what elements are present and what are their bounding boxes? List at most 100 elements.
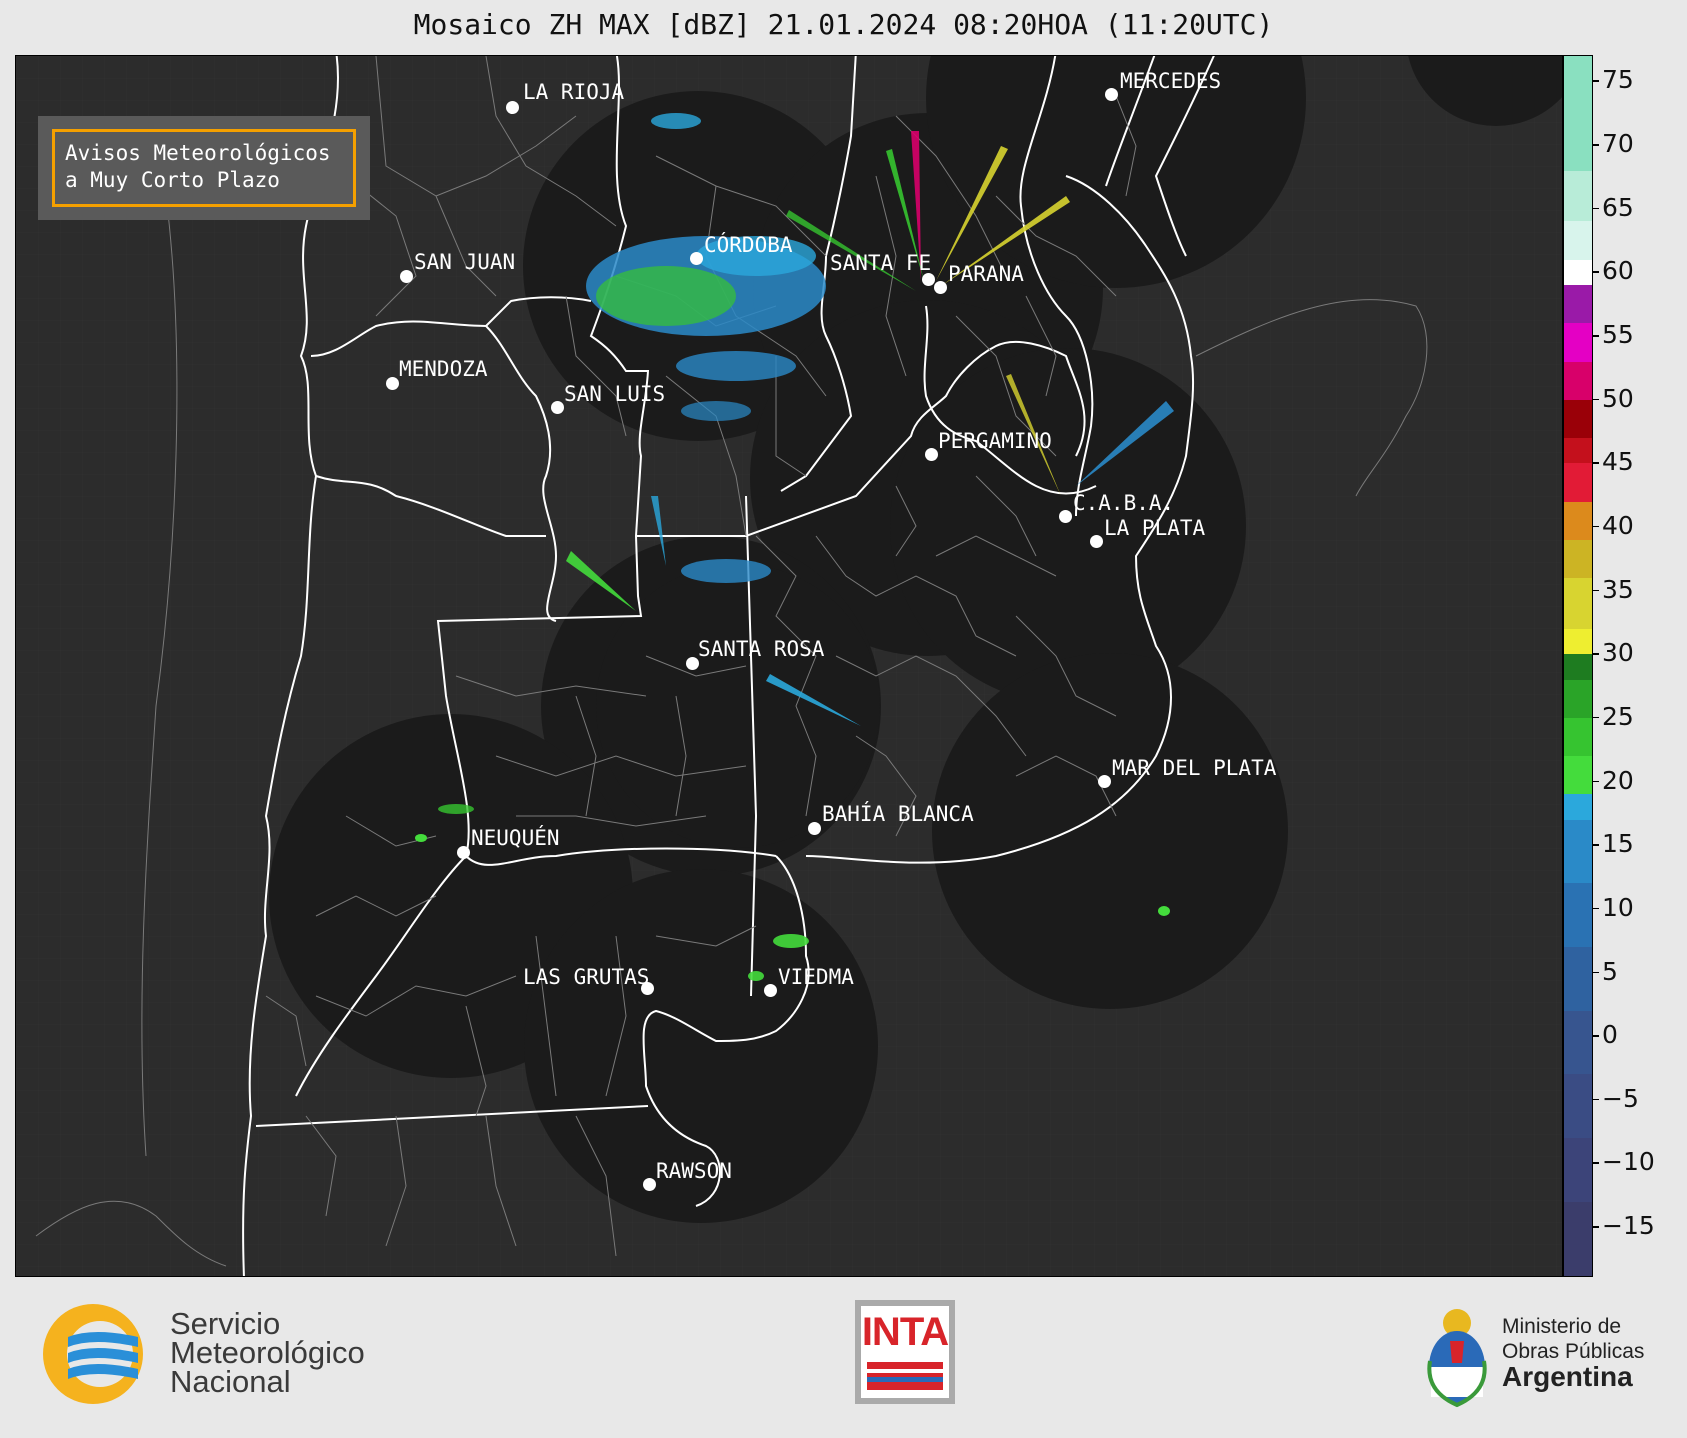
colorbar-tick-label: 45 <box>1602 447 1634 477</box>
colorbar-tick <box>1593 971 1599 973</box>
city-label-mar-del-plata: MAR DEL PLATA <box>1112 756 1277 780</box>
colorbar-tick <box>1593 844 1599 846</box>
city-label-cordoba: CÓRDOBA <box>704 233 793 257</box>
colorbar-segment <box>1564 539 1592 578</box>
colorbar-tick-label: 15 <box>1602 829 1634 859</box>
colorbar-segment <box>1564 285 1592 324</box>
city-marker-san-juan[interactable] <box>400 270 413 283</box>
smn-line3: Nacional <box>170 1364 291 1399</box>
smn-logo-icon <box>43 1304 143 1404</box>
colorbar-tick <box>1593 271 1599 273</box>
smn-name: Servicio Meteorológico Nacional <box>170 1306 365 1399</box>
city-label-san-juan: SAN JUAN <box>414 250 516 274</box>
colorbar-segment <box>1564 170 1592 222</box>
avisos-box[interactable]: Avisos Meteorológicos a Muy Corto Plazo <box>52 129 356 207</box>
inta-logo: INTA <box>855 1300 955 1404</box>
colorbar-segment <box>1564 463 1592 502</box>
colorbar-segment <box>1564 679 1592 718</box>
city-marker-mendoza[interactable] <box>386 377 399 390</box>
colorbar-segment <box>1564 819 1592 884</box>
city-marker-la-plata[interactable] <box>1090 535 1103 548</box>
echo-cordoba-south <box>676 351 796 381</box>
colorbar-tick-label: 60 <box>1602 256 1634 286</box>
colorbar-tick-label: 0 <box>1602 1020 1618 1050</box>
colorbar-tick <box>1593 207 1599 210</box>
colorbar-segment <box>1564 399 1592 438</box>
city-marker-parana[interactable] <box>934 281 947 294</box>
city-label-rawson: RAWSON <box>656 1159 732 1183</box>
colorbar-tick-label: 65 <box>1602 192 1634 222</box>
city-label-neuquen: NEUQUÉN <box>471 826 560 850</box>
city-marker-neuquen[interactable] <box>457 846 470 859</box>
city-marker-cordoba[interactable] <box>690 252 703 265</box>
city-label-mercedes: MERCEDES <box>1120 69 1222 93</box>
city-label-santa-rosa: SANTA ROSA <box>698 637 825 661</box>
colorbar-tick-label: 55 <box>1602 320 1634 350</box>
colorbar-tick-label: 70 <box>1602 129 1634 159</box>
avisos-line1: Avisos Meteorológicos <box>65 141 331 165</box>
colorbar-tick <box>1593 144 1599 146</box>
ministerio-line1: Ministerio de <box>1502 1315 1622 1338</box>
city-marker-pergamino[interactable] <box>925 448 938 461</box>
smn-line1: Servicio <box>170 1306 281 1341</box>
city-label-la-plata: LA PLATA <box>1104 516 1206 540</box>
argentina-coat-of-arms-icon <box>1427 1309 1487 1408</box>
colorbar-segment <box>1564 1010 1592 1075</box>
colorbar-tick-label: −15 <box>1602 1211 1655 1241</box>
city-marker-bahia-blanca[interactable] <box>808 822 821 835</box>
echo-viedma <box>773 934 809 948</box>
colorbar-tick <box>1593 80 1599 82</box>
colorbar-segment <box>1564 577 1592 629</box>
city-label-las-grutas: LAS GRUTAS <box>523 965 650 989</box>
city-label-viedma: VIEDMA <box>778 965 854 989</box>
colorbar-tick-label: 25 <box>1602 701 1634 731</box>
city-marker-mercedes[interactable] <box>1105 88 1118 101</box>
echo-mdp <box>1158 906 1170 916</box>
colorbar-segment <box>1564 1074 1592 1138</box>
colorbar-segment <box>1564 323 1592 362</box>
colorbar-segment <box>1564 221 1592 260</box>
colorbar-tick-label: 30 <box>1602 638 1634 668</box>
city-label-parana: PARANA <box>948 262 1024 286</box>
city-marker-la-rioja[interactable] <box>506 101 519 114</box>
colorbar-tick <box>1593 907 1599 910</box>
colorbar-segment <box>1564 56 1592 171</box>
colorbar-tick-label: −5 <box>1602 1083 1639 1113</box>
city-marker-mar-del-plata[interactable] <box>1098 775 1111 788</box>
city-marker-viedma[interactable] <box>764 984 777 997</box>
colorbar-tick <box>1593 398 1599 401</box>
colorbar-segment <box>1564 947 1592 1011</box>
city-marker-rawson[interactable] <box>643 1178 656 1191</box>
city-label-santa-fe: SANTA FE <box>830 251 932 275</box>
echo-cordoba-south-2 <box>681 401 751 421</box>
echo-viedma-2 <box>748 971 764 981</box>
avisos-line2: a Muy Corto Plazo <box>65 168 280 192</box>
colorbar-tick-label: 75 <box>1602 65 1634 95</box>
colorbar-segment <box>1564 437 1592 464</box>
colorbar-tick <box>1593 525 1599 528</box>
colorbar-segment <box>1564 883 1592 948</box>
colorbar-tick <box>1593 589 1599 592</box>
colorbar-tick-label: 35 <box>1602 574 1634 604</box>
colorbar-tick-label: 10 <box>1602 892 1634 922</box>
colorbar-tick-label: 5 <box>1602 956 1618 986</box>
echo-santa-rosa-ne <box>681 559 771 583</box>
city-marker-san-luis[interactable] <box>551 401 564 414</box>
radar-map[interactable]: Avisos Meteorológicos a Muy Corto Plazo … <box>15 55 1563 1277</box>
colorbar-tick-label: 20 <box>1602 765 1634 795</box>
colorbar-segment <box>1564 794 1592 820</box>
colorbar-tick <box>1593 653 1599 655</box>
city-label-san-luis: SAN LUIS <box>564 382 666 406</box>
colorbar-tick <box>1593 716 1599 719</box>
city-label-caba: C.A.B.A. <box>1073 491 1175 515</box>
avisos-panel: Avisos Meteorológicos a Muy Corto Plazo <box>38 116 370 220</box>
colorbar-tick <box>1593 1098 1599 1101</box>
colorbar-tick <box>1593 1226 1599 1228</box>
colorbar-segment <box>1564 361 1592 400</box>
colorbar <box>1563 55 1593 1277</box>
echo-north <box>651 113 701 129</box>
colorbar-tick-label: 50 <box>1602 383 1634 413</box>
city-marker-caba[interactable] <box>1059 510 1072 523</box>
colorbar-tick <box>1593 1035 1599 1037</box>
colorbar-segment <box>1564 501 1592 540</box>
